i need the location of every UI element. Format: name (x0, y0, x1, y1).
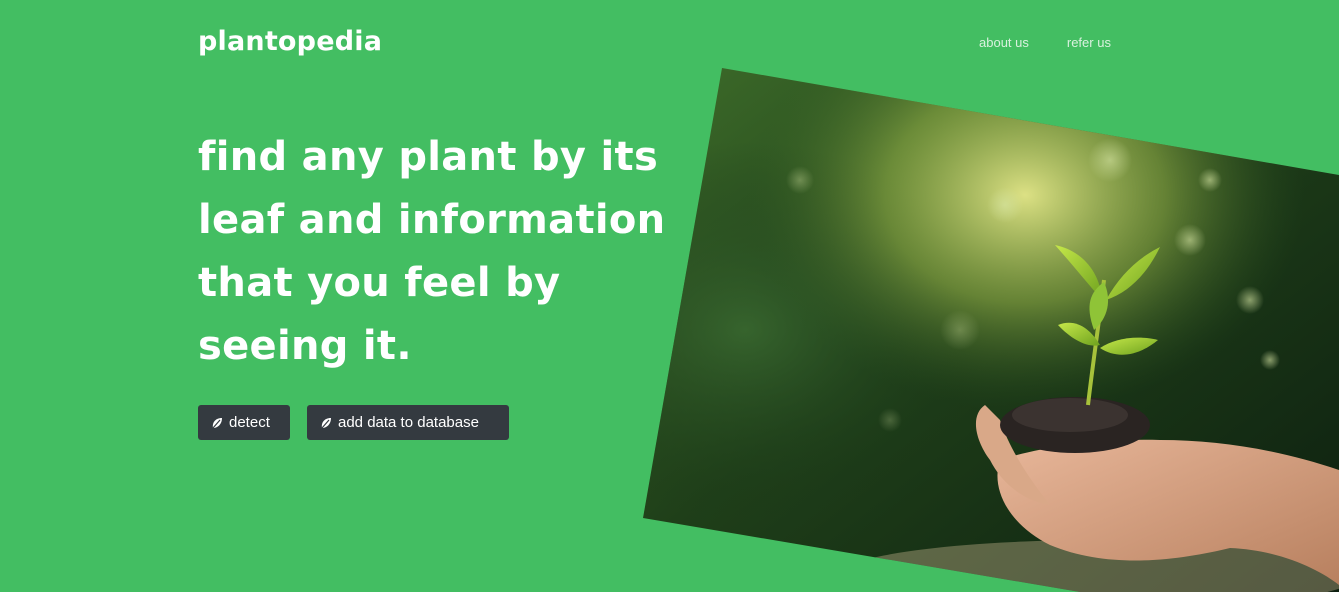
detect-button[interactable]: detect (198, 405, 290, 440)
add-data-label: add data to database (338, 414, 479, 431)
leaf-icon (321, 417, 331, 428)
leaf-icon (212, 417, 222, 428)
add-data-button[interactable]: add data to database (307, 405, 509, 440)
hero-headline: find any plant by its leaf and informati… (198, 134, 666, 369)
hero-actions: detect add data to database (198, 405, 509, 440)
detect-label: detect (229, 414, 270, 431)
